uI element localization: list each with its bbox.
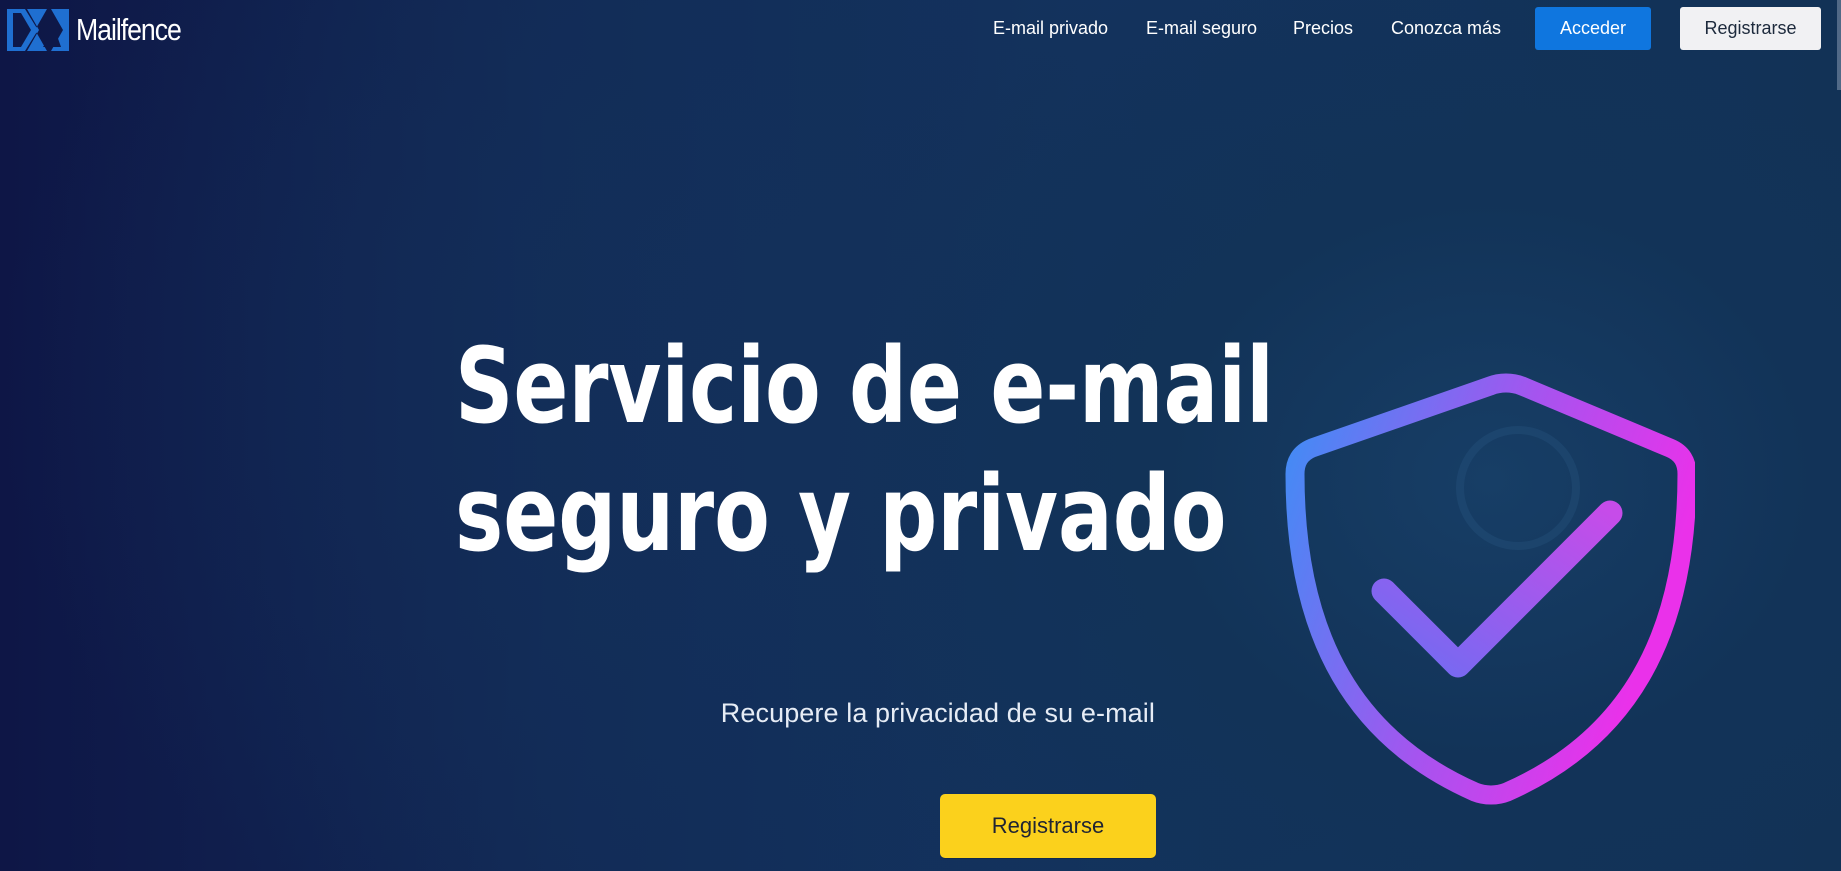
nav-link-secure-email[interactable]: E-mail seguro bbox=[1146, 18, 1257, 39]
nav-link-pricing[interactable]: Precios bbox=[1293, 18, 1353, 39]
hero-subtitle: Recupere la privacidad de su e-mail bbox=[720, 698, 1155, 728]
top-nav: E-mail privado E-mail seguro Precios Con… bbox=[0, 0, 1841, 60]
nav-link-private-email[interactable]: E-mail privado bbox=[993, 18, 1108, 39]
hero-title-line-1: Servicio de e-mail bbox=[455, 325, 1274, 447]
nav-link-learn-more[interactable]: Conozca más bbox=[1391, 18, 1501, 39]
register-button-header[interactable]: Registrarse bbox=[1680, 7, 1821, 50]
login-button[interactable]: Acceder bbox=[1535, 7, 1651, 50]
scrollbar[interactable] bbox=[1837, 0, 1841, 90]
register-button-hero[interactable]: Registrarse bbox=[940, 794, 1156, 858]
hero-title-line-2: seguro y privado bbox=[455, 453, 1227, 575]
shield-check-icon bbox=[1285, 373, 1695, 805]
hero-title: Servicio de e-mail seguro y privado bbox=[455, 322, 1274, 578]
